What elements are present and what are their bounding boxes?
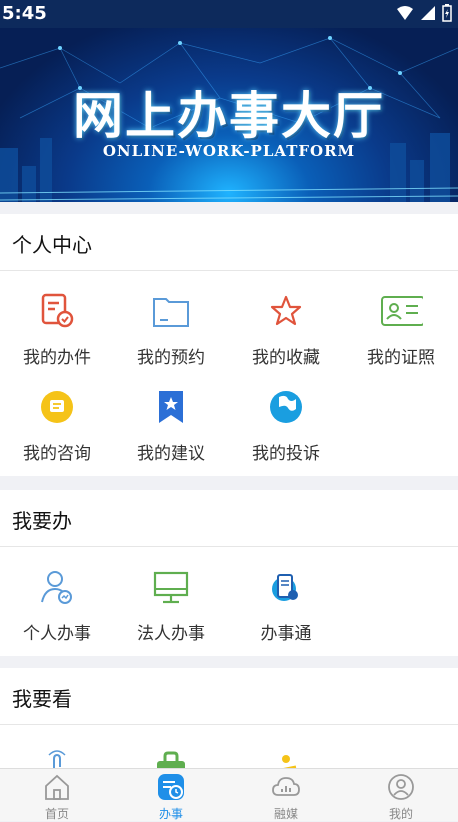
tab-label: 融媒 (273, 807, 298, 821)
banner-subtitle: ONLINE-WORK-PLATFORM (102, 142, 356, 160)
wifi-icon (397, 6, 413, 20)
monitor-icon (153, 571, 189, 604)
chat-bubble-icon (41, 391, 73, 423)
person-bench-item[interactable] (229, 725, 343, 768)
star-icon (270, 295, 302, 326)
section-header: 我要办 (0, 490, 458, 547)
my-suggestions-item[interactable]: 我的建议 (114, 367, 228, 464)
briefcase-icon (157, 751, 185, 768)
section-title: 我要看 (12, 687, 72, 711)
bookmark-icon (159, 391, 183, 423)
item-label: 我的收藏 (252, 348, 320, 368)
my-cases-item[interactable]: 我的办件 (0, 271, 114, 368)
section-header: 个人中心 (0, 214, 458, 271)
affairs-service-item[interactable]: 办事通 (229, 547, 343, 644)
my-consultations-item[interactable]: 我的咨询 (0, 367, 114, 464)
my-appointments-item[interactable]: 我的预约 (114, 271, 228, 368)
id-card-icon (381, 296, 423, 326)
tab-affairs[interactable]: 办事 (114, 769, 228, 821)
hand-tap-item[interactable] (0, 725, 114, 768)
signal-icon (421, 6, 435, 20)
item-label: 我的投诉 (252, 444, 320, 464)
item-label: 个人办事 (23, 624, 91, 644)
my-licenses-item[interactable]: 我的证照 (344, 271, 458, 368)
bottom-tab-bar: 首页 办事 融媒 我的 (0, 768, 458, 821)
tab-label: 首页 (44, 807, 69, 821)
section-title: 个人中心 (12, 233, 92, 257)
status-bar: 5:45 (0, 0, 458, 28)
person-bench-icon (282, 755, 297, 768)
battery-icon (442, 4, 452, 22)
legal-entity-affairs-item[interactable]: 法人办事 (114, 547, 228, 644)
person-icon (41, 571, 72, 604)
item-label: 办事通 (260, 624, 312, 644)
my-complaints-item[interactable]: 我的投诉 (229, 367, 343, 464)
item-label: 我的咨询 (23, 444, 91, 464)
briefcase-item[interactable] (114, 725, 228, 768)
user-circle-icon (388, 774, 414, 800)
home-icon (45, 774, 69, 800)
tab-label: 办事 (158, 807, 183, 821)
i-want-to-handle-section: 我要办 个人办事 法人办事 办事通 (0, 490, 458, 656)
folder-icon (153, 298, 189, 327)
personal-affairs-item[interactable]: 个人办事 (0, 547, 114, 644)
tab-media[interactable]: 融媒 (229, 769, 343, 821)
item-label: 我的预约 (137, 348, 205, 368)
item-label: 我的证照 (367, 348, 435, 368)
status-time: 5:45 (2, 3, 47, 24)
tab-mine[interactable]: 我的 (344, 769, 458, 821)
my-favorites-item[interactable]: 我的收藏 (229, 271, 343, 368)
item-label: 我的办件 (23, 348, 91, 368)
flag-icon (270, 391, 302, 423)
item-label: 法人办事 (137, 624, 205, 644)
tab-home[interactable]: 首页 (0, 769, 114, 821)
phone-service-icon (272, 574, 298, 601)
personal-center-section: 个人中心 我的办件 我的预约 我的收藏 我的证照 我的咨询 我的建议 我的投诉 (0, 214, 458, 476)
cloud-chart-icon (272, 777, 300, 796)
banner-title: 网上办事大厅 (73, 86, 385, 145)
section-title: 我要办 (12, 509, 72, 533)
hand-tap-icon (48, 750, 66, 768)
i-want-to-see-section: 我要看 (0, 668, 458, 768)
item-label: 我的建议 (137, 444, 205, 464)
tab-label: 我的 (388, 807, 413, 821)
banner[interactable]: 网上办事大厅 ONLINE-WORK-PLATFORM (0, 28, 458, 202)
task-clock-icon (158, 774, 184, 800)
document-check-icon (41, 293, 74, 328)
section-header: 我要看 (0, 668, 458, 725)
